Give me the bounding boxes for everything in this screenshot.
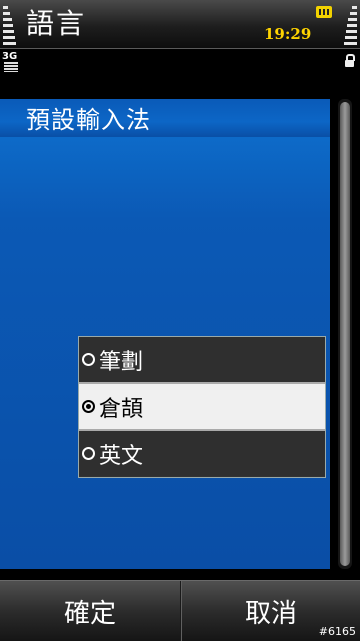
radio-unchecked-icon — [82, 353, 95, 366]
keypad-lock-icon — [345, 54, 355, 67]
scrollbar[interactable] — [338, 99, 352, 569]
input-method-list: 筆劃 倉頡 英文 — [78, 336, 326, 478]
option-stroke[interactable]: 筆劃 — [79, 337, 325, 382]
scrollbar-thumb[interactable] — [340, 102, 350, 566]
watermark: #6165 — [318, 625, 356, 638]
option-english[interactable]: 英文 — [79, 431, 325, 476]
sim-card-icon — [316, 6, 332, 18]
status-bar: 語言 19:29 — [0, 0, 360, 49]
softkey-bar: 確定 取消 — [0, 580, 360, 641]
dialog-title: 預設輸入法 — [26, 106, 151, 134]
clock: 19:29 — [264, 25, 312, 43]
radio-unchecked-icon — [82, 447, 95, 460]
app-title: 語言 — [26, 7, 87, 40]
option-label: 倉頡 — [99, 396, 144, 422]
option-cangjie[interactable]: 倉頡 — [79, 384, 325, 429]
option-label: 筆劃 — [99, 349, 144, 375]
battery-icon — [343, 6, 357, 46]
data-activity-icon — [4, 62, 18, 72]
radio-checked-icon — [82, 400, 95, 413]
network-type-label: 3G — [2, 51, 18, 62]
option-label: 英文 — [99, 443, 144, 469]
main-panel — [0, 99, 330, 569]
signal-strength-icon — [3, 6, 17, 46]
confirm-softkey[interactable]: 確定 — [0, 581, 180, 641]
